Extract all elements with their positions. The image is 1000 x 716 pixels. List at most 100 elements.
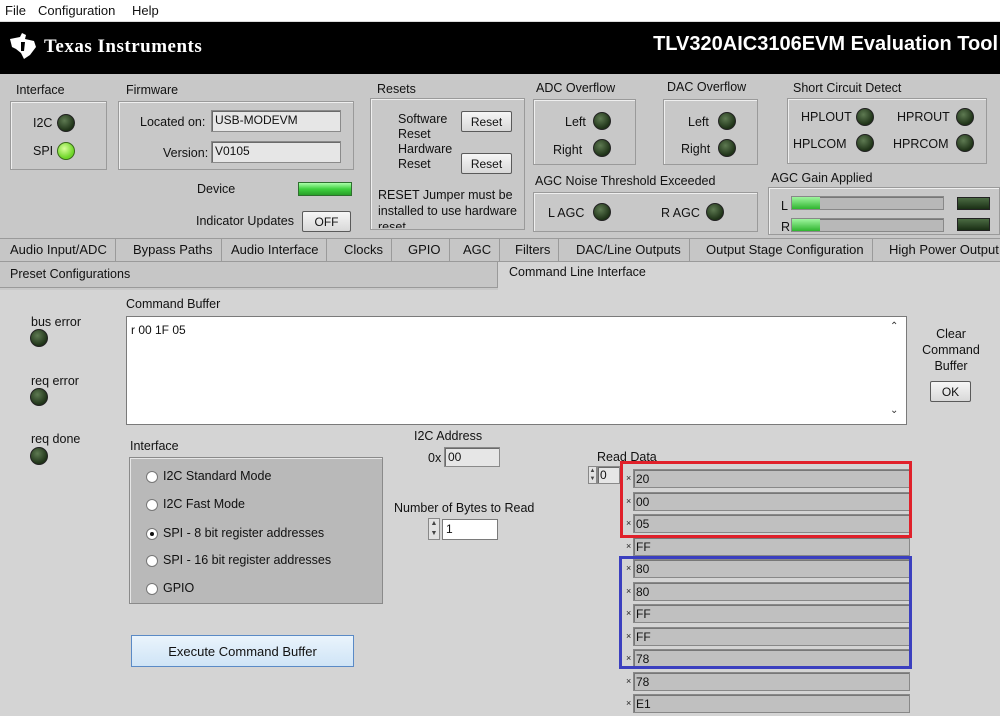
read-data-index-field[interactable]: 0 — [597, 466, 620, 484]
command-buffer-text: r 00 1F 05 — [131, 323, 186, 337]
dac-overflow-panel — [663, 99, 758, 165]
read-data-index-stepper[interactable]: ▲ ▼ — [588, 466, 597, 484]
read-data-index-marker: × — [626, 675, 632, 686]
interface-option-label: SPI - 16 bit register addresses — [163, 553, 332, 567]
adc-left-led — [593, 112, 611, 130]
bus-error-label: bus error — [31, 315, 82, 329]
interface-radio-3[interactable] — [146, 555, 158, 567]
execute-command-buffer-button[interactable]: Execute Command Buffer — [131, 635, 354, 667]
bytes-to-read-title: Number of Bytes to Read — [394, 501, 535, 515]
reset-jumper-note: RESET Jumper must be installed to use ha… — [378, 188, 517, 228]
hprout-led — [956, 108, 974, 126]
adc-right-led — [593, 139, 611, 157]
clear-buffer-ok-button[interactable]: OK — [930, 381, 971, 402]
command-buffer-title: Command Buffer — [126, 297, 221, 311]
indicator-updates-button[interactable]: OFF — [302, 211, 351, 232]
spi-label: SPI — [33, 144, 54, 158]
dac-right-label: Right — [681, 142, 711, 156]
tab-command-line-interface[interactable]: Command Line Interface — [498, 262, 1000, 290]
bytes-to-read-field[interactable]: 1 — [442, 519, 498, 540]
read-data-index-marker: × — [626, 540, 632, 551]
tab-output-stage-configuration[interactable]: Output Stage Configuration — [698, 239, 873, 261]
interface-radio-4[interactable] — [146, 583, 158, 595]
scroll-up-icon[interactable]: ⌃ — [890, 321, 898, 332]
tab-bypass-paths[interactable]: Bypass Paths — [125, 239, 222, 261]
req-error-label: req error — [31, 374, 79, 388]
red-highlight-box — [620, 461, 912, 538]
scroll-down-icon[interactable]: ⌄ — [890, 405, 898, 416]
app-title: TLV320AIC3106EVM Evaluation Tool — [653, 33, 998, 55]
software-reset-label: Software Reset — [398, 112, 448, 141]
ti-logo-icon — [10, 33, 36, 59]
i2c-address-field[interactable]: 00 — [444, 447, 500, 467]
located-field: USB-MODEVM — [211, 110, 341, 132]
interface-option-label: GPIO — [163, 581, 195, 595]
tab-high-power-output[interactable]: High Power Output — [881, 239, 1000, 261]
bytes-to-read-stepper[interactable]: ▲ ▼ — [428, 518, 440, 540]
dac-right-led — [718, 139, 736, 157]
tab-audio-interface[interactable]: Audio Interface — [223, 239, 328, 261]
tab-gpio[interactable]: GPIO — [400, 239, 450, 261]
hardware-reset-button[interactable]: Reset — [461, 153, 512, 174]
command-buffer-textarea[interactable]: r 00 1F 05 — [126, 316, 907, 425]
dac-overflow-title: DAC Overflow — [667, 80, 747, 94]
adc-left-label: Left — [565, 115, 586, 129]
tab-audio-input-adc[interactable]: Audio Input/ADC — [2, 239, 116, 261]
agc-noise-title: AGC Noise Threshold Exceeded — [535, 174, 716, 188]
req-error-led — [30, 388, 48, 406]
agc-gain-l-indicator — [957, 197, 990, 210]
short-circuit-panel — [787, 98, 987, 164]
hplcom-label: HPLCOM — [793, 137, 847, 151]
spi-led — [57, 142, 75, 160]
tab-preset-configurations[interactable]: Preset Configurations — [0, 262, 498, 288]
i2c-address-prefix: 0x — [428, 451, 442, 465]
read-data-index-marker: × — [626, 698, 632, 708]
ragc-label: R AGC — [661, 206, 700, 220]
menu-help[interactable]: Help — [132, 3, 159, 18]
read-data-cell: FF — [633, 536, 910, 556]
dac-left-led — [718, 112, 736, 130]
agc-gain-r-indicator — [957, 218, 990, 231]
adc-overflow-title: ADC Overflow — [536, 81, 616, 95]
located-label: Located on: — [140, 115, 206, 129]
bus-error-led — [30, 329, 48, 347]
command-buffer-scrollbar[interactable]: ⌃ ⌄ — [887, 319, 904, 423]
read-data-cell: E1 — [633, 694, 910, 713]
req-done-label: req done — [31, 432, 81, 446]
device-indicator — [298, 182, 352, 196]
i2c-address-title: I2C Address — [414, 429, 483, 443]
tab-dac-line-outputs[interactable]: DAC/Line Outputs — [568, 239, 690, 261]
ragc-led — [706, 203, 724, 221]
menu-configuration[interactable]: Configuration — [38, 3, 115, 18]
tab-agc[interactable]: AGC — [455, 239, 501, 261]
agc-gain-r-meter — [791, 218, 944, 232]
agc-gain-title: AGC Gain Applied — [771, 171, 873, 185]
adc-right-label: Right — [553, 143, 583, 157]
version-field: V0105 — [211, 141, 341, 163]
tab-clocks[interactable]: Clocks — [336, 239, 393, 261]
firmware-title: Firmware — [126, 83, 179, 97]
interface-radio-0[interactable] — [146, 471, 158, 483]
interface-radio-2[interactable] — [146, 528, 158, 540]
interface-radio-1[interactable] — [146, 499, 158, 511]
agc-gain-l-fill — [792, 197, 820, 209]
menu-bar: File Configuration Help — [0, 0, 1000, 22]
tab-filters[interactable]: Filters — [507, 239, 560, 261]
adc-overflow-panel — [533, 99, 636, 165]
lagc-label: L AGC — [548, 206, 585, 220]
req-done-led — [30, 447, 48, 465]
lagc-led — [593, 203, 611, 221]
interface-option-label: SPI - 8 bit register addresses — [163, 526, 325, 540]
company-name: Texas Instruments — [44, 36, 203, 57]
version-label: Version: — [163, 146, 209, 160]
interface-option-label: I2C Standard Mode — [163, 469, 272, 483]
clear-buffer-label: Clear Command Buffer — [922, 327, 980, 373]
tab-preset-label: Preset Configurations — [10, 267, 131, 281]
hplout-label: HPLOUT — [801, 110, 852, 124]
hplout-led — [856, 108, 874, 126]
hprcom-led — [956, 134, 974, 152]
menu-file[interactable]: File — [5, 3, 26, 18]
indicator-updates-label: Indicator Updates — [196, 214, 294, 228]
software-reset-button[interactable]: Reset — [461, 111, 512, 132]
resets-title: Resets — [377, 82, 416, 96]
